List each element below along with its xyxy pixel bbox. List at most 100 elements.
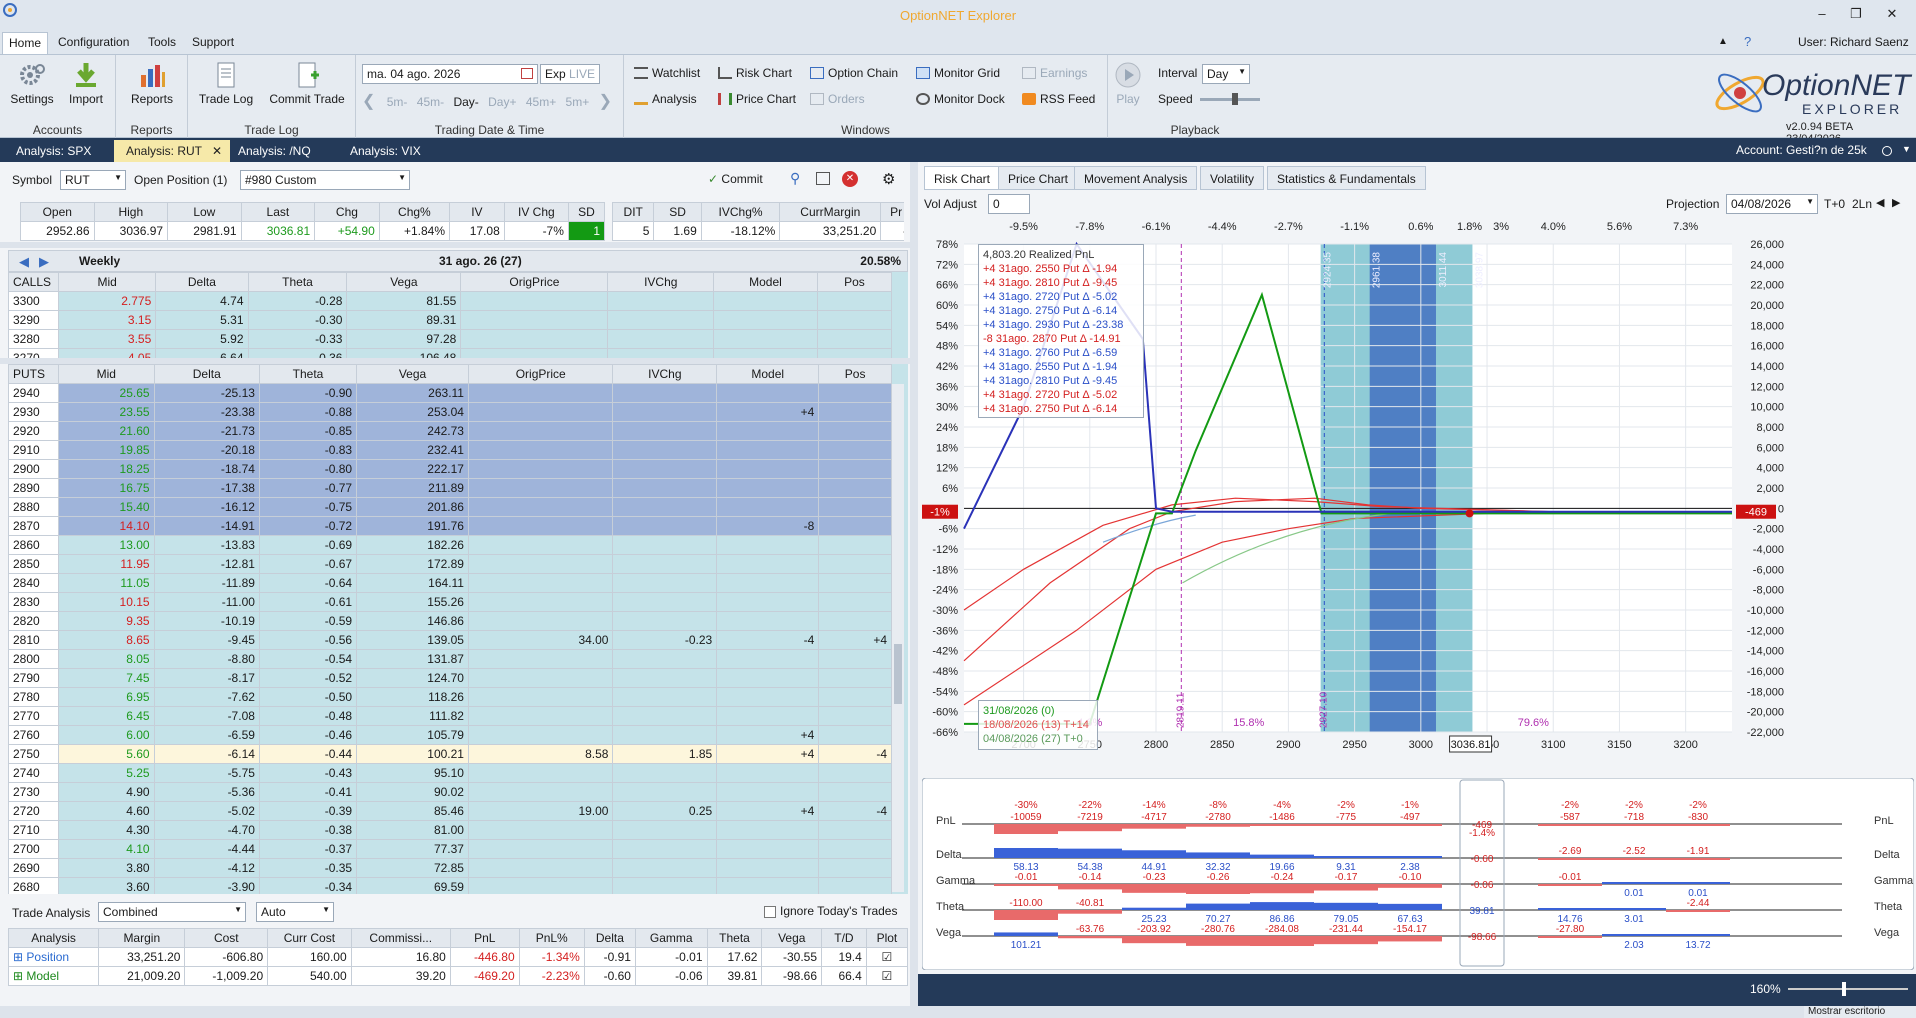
put-row[interactable]: 2870 14.10 -14.91 -0.72 191.76 -8 <box>8 516 892 536</box>
puts-col-header[interactable]: Delta <box>153 364 260 384</box>
ta-col-header[interactable]: Curr Cost <box>267 928 352 948</box>
import-button[interactable]: Import <box>58 61 114 106</box>
monitor-grid-button[interactable]: Monitor Grid <box>916 63 1000 83</box>
minimize-button[interactable]: – <box>1810 6 1834 24</box>
interval-select[interactable]: Day ▼ <box>1202 64 1250 84</box>
zoom-thumb[interactable] <box>1842 982 1846 996</box>
puts-col-header[interactable]: Theta <box>258 364 358 384</box>
trade-log-button[interactable]: Trade Log <box>196 61 256 106</box>
close-button[interactable]: ✕ <box>1880 6 1904 24</box>
plot-checkbox[interactable]: ☑ <box>865 947 909 967</box>
exp-live-field[interactable]: Exp LIVE <box>540 64 600 84</box>
tab-analysis-nq[interactable]: Analysis: /NQ <box>226 140 323 162</box>
put-row[interactable]: 2780 6.95 -7.62 -0.50 118.26 <box>8 687 892 707</box>
trade-analysis-row[interactable]: ⊞ Position 33,251.20 -606.80 160.00 16.80 -44… <box>7 947 909 967</box>
auto-select[interactable]: Auto ▼ <box>256 902 334 922</box>
step-45m-back[interactable]: 45m- <box>417 95 444 109</box>
put-row[interactable]: 2850 11.95 -12.81 -0.67 172.89 <box>8 554 892 574</box>
call-row[interactable]: 3290 3.15 5.31 -0.30 89.31 <box>8 310 893 330</box>
ta-col-header[interactable]: Margin <box>98 928 186 948</box>
put-row[interactable]: 2820 9.35 -10.19 -0.59 146.86 <box>8 611 892 631</box>
step-45m-fwd[interactable]: 45m+ <box>526 95 556 109</box>
menu-home[interactable]: Home <box>2 32 48 54</box>
prev-projection-icon[interactable]: ◀ <box>1876 196 1884 209</box>
symbol-select[interactable]: RUT ▼ <box>60 170 126 190</box>
projection-date-input[interactable]: 04/08/2026 ▼ <box>1726 194 1818 214</box>
call-row[interactable]: 3280 3.55 5.92 -0.33 97.28 <box>8 329 893 349</box>
calls-col-header[interactable]: Mid <box>57 272 157 292</box>
calls-col-header[interactable]: Model <box>713 272 818 292</box>
settings-button[interactable]: Settings <box>4 61 60 106</box>
put-row[interactable]: 2760 6.00 -6.59 -0.46 105.79 +4 <box>8 725 892 745</box>
put-row[interactable]: 2710 4.30 -4.70 -0.38 81.00 <box>8 820 892 840</box>
prev-expiry-icon[interactable]: ◀ <box>19 254 29 270</box>
trade-analysis-row[interactable]: ⊞ Model 21,009.20 -1,009.20 540.00 39.20 -469… <box>7 966 909 986</box>
speed-slider[interactable] <box>1200 98 1260 101</box>
commit-trade-button[interactable]: Commit Trade <box>264 61 350 106</box>
put-row[interactable]: 2700 4.10 -4.44 -0.37 77.37 <box>8 839 892 859</box>
ta-col-header[interactable]: Gamma <box>634 928 708 948</box>
put-row[interactable]: 2810 8.65 -9.45 -0.56 139.05 34.00 -0.23 -4 +4 <box>8 630 892 650</box>
put-row[interactable]: 2690 3.80 -4.12 -0.35 72.85 <box>8 858 892 878</box>
step-day-fwd[interactable]: Day+ <box>488 95 516 109</box>
put-row[interactable]: 2840 11.05 -11.89 -0.64 164.11 <box>8 573 892 593</box>
ta-col-header[interactable]: Analysis <box>7 928 100 948</box>
ta-col-header[interactable]: Commissi... <box>350 928 451 948</box>
puts-col-header[interactable]: IVChg <box>612 364 718 384</box>
calls-col-header[interactable]: Theta <box>247 272 348 292</box>
tab-risk-chart[interactable]: Risk Chart <box>924 166 1001 190</box>
tabs-menu-icon[interactable]: ▼ <box>1902 144 1911 154</box>
speed-slider-thumb[interactable] <box>1232 93 1238 105</box>
zoom-slider[interactable] <box>1788 988 1908 990</box>
rss-feed-button[interactable]: RSS Feed <box>1022 89 1095 109</box>
call-row[interactable]: 3300 2.775 4.74 -0.28 81.55 <box>8 291 893 311</box>
calendar-icon[interactable] <box>521 68 533 79</box>
reports-button[interactable]: Reports <box>124 61 180 106</box>
ta-col-header[interactable]: PnL% <box>518 928 585 948</box>
call-row[interactable]: 3270 4.05 6.64 -0.36 106.48 <box>8 348 893 358</box>
put-row[interactable]: 2730 4.90 -5.36 -0.41 90.02 <box>8 782 892 802</box>
calls-col-header[interactable]: OrigPrice <box>460 272 609 292</box>
option-chain-button[interactable]: Option Chain <box>810 63 898 83</box>
next-projection-icon[interactable]: ▶ <box>1892 196 1900 209</box>
scrollbar-thumb[interactable] <box>894 644 902 704</box>
layout-icon[interactable] <box>816 172 830 185</box>
put-row[interactable]: 2790 7.45 -8.17 -0.52 124.70 <box>8 668 892 688</box>
put-row[interactable]: 2830 10.15 -11.00 -0.61 155.26 <box>8 592 892 612</box>
help-icon[interactable]: ? <box>1744 34 1751 49</box>
put-row[interactable]: 2900 18.25 -18.74 -0.80 222.17 <box>8 459 892 479</box>
put-row[interactable]: 2890 16.75 -17.38 -0.77 211.89 <box>8 478 892 498</box>
price-chart-button[interactable]: Price Chart <box>718 89 796 109</box>
ignore-today-checkbox[interactable] <box>764 906 776 918</box>
ta-col-header[interactable]: Delta <box>583 928 636 948</box>
put-row[interactable]: 2910 19.85 -20.18 -0.83 232.41 <box>8 440 892 460</box>
commit-button[interactable]: ✓ Commit <box>708 172 763 186</box>
put-row[interactable]: 2720 4.60 -5.02 -0.39 85.46 19.00 0.25 +4 -4 <box>8 801 892 821</box>
ta-col-header[interactable]: PnL <box>449 928 520 948</box>
tab-analysis-vix[interactable]: Analysis: VIX <box>338 140 433 162</box>
put-row[interactable]: 2860 13.00 -13.83 -0.69 182.26 <box>8 535 892 555</box>
earnings-button[interactable]: Earnings <box>1022 63 1087 83</box>
menu-support[interactable]: Support <box>192 35 234 53</box>
put-row[interactable]: 2680 3.60 -3.90 -0.34 69.59 <box>8 877 892 894</box>
puts-col-header[interactable]: OrigPrice <box>467 364 614 384</box>
monitor-dock-button[interactable]: Monitor Dock <box>916 89 1005 109</box>
position-select[interactable]: #980 Custom ▼ <box>240 170 410 190</box>
put-row[interactable]: 2930 23.55 -23.38 -0.88 253.04 +4 <box>8 402 892 422</box>
splitter[interactable] <box>0 242 910 248</box>
step-back-icon[interactable]: ❮ <box>362 93 375 110</box>
watchlist-button[interactable]: Watchlist <box>634 63 700 83</box>
analysis-mode-select[interactable]: Combined ▼ <box>98 902 246 922</box>
step-5m-fwd[interactable]: 5m+ <box>566 95 590 109</box>
trading-date-input[interactable]: ma. 04 ago. 2026 <box>362 64 538 84</box>
risk-chart-button[interactable]: Risk Chart <box>718 63 792 83</box>
put-row[interactable]: 2740 5.25 -5.75 -0.43 95.10 <box>8 763 892 783</box>
ta-col-header[interactable]: Cost <box>184 928 269 948</box>
ta-col-header[interactable]: Vega <box>761 928 823 948</box>
play-button[interactable]: Play <box>1108 61 1148 106</box>
tab-price-chart[interactable]: Price Chart <box>998 166 1079 190</box>
puts-col-header[interactable]: Mid <box>58 364 155 384</box>
collapse-ribbon-icon[interactable]: ▲ <box>1718 36 1728 47</box>
settings-gear-icon[interactable]: ⚙ <box>882 170 895 188</box>
tab-volatility[interactable]: Volatility <box>1200 166 1265 190</box>
